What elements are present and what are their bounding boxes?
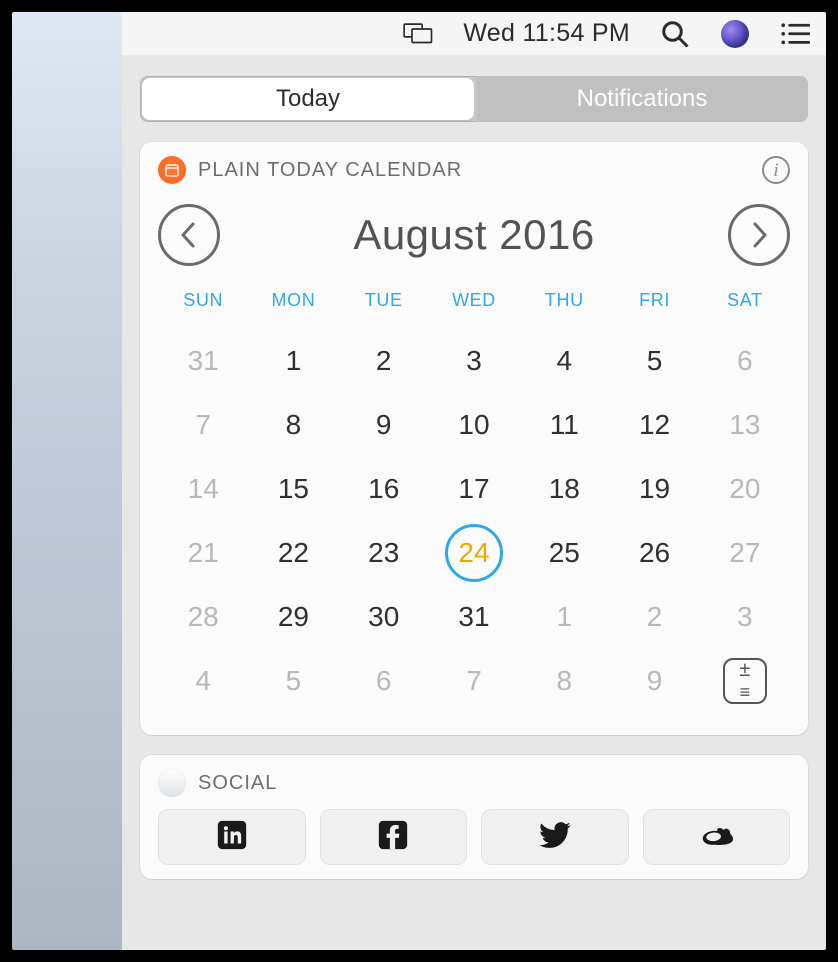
calendar-day[interactable]: 21 [158,521,248,585]
calendar-day[interactable]: 17 [429,457,519,521]
calendar-day[interactable]: 6 [339,649,429,713]
siri-icon[interactable] [720,20,750,48]
weekday-header: SUN [158,290,248,329]
weibo-icon [699,818,733,857]
calendar-day[interactable]: 4 [519,329,609,393]
linkedin-button[interactable] [158,809,306,865]
facebook-icon [376,818,410,857]
calendar-day[interactable]: 22 [248,521,338,585]
calendar-day[interactable]: 31 [158,329,248,393]
expand-collapse-button[interactable] [700,649,790,713]
calendar-day[interactable]: 7 [158,393,248,457]
calendar-day[interactable]: 3 [700,585,790,649]
previous-month-button[interactable] [158,204,220,266]
calendar-day[interactable]: 6 [700,329,790,393]
weekday-header: THU [519,290,609,329]
weekday-header: SAT [700,290,790,329]
spotlight-search-icon[interactable] [660,19,690,49]
calendar-day[interactable]: 27 [700,521,790,585]
social-row [140,809,808,875]
screen-mirroring-icon[interactable] [403,23,433,44]
calendar-day[interactable]: 2 [339,329,429,393]
calendar-day[interactable]: 23 [339,521,429,585]
calendar-day[interactable]: 29 [248,585,338,649]
calendar-day[interactable]: 13 [700,393,790,457]
calendar-day[interactable]: 2 [609,585,699,649]
notifications-tab[interactable]: Notifications [476,76,808,122]
desktop-wallpaper-strip [12,12,122,950]
calendar-day-today[interactable]: 24 [429,521,519,585]
menubar: Wed 11:54 PM [122,12,826,56]
calendar-grid: SUNMONTUEWEDTHUFRISAT3112345678910111213… [158,290,790,713]
calendar-day[interactable]: 12 [609,393,699,457]
month-navigation: August 2016 [158,204,790,266]
calendar-day[interactable]: 18 [519,457,609,521]
weekday-header: WED [429,290,519,329]
calendar-day[interactable]: 8 [248,393,338,457]
today-notifications-segmented-control: Today Notifications [140,76,808,122]
calendar-day[interactable]: 7 [429,649,519,713]
calendar-day[interactable]: 15 [248,457,338,521]
notification-center-menu-icon[interactable] [780,22,810,46]
plain-today-calendar-widget: PLAIN TODAY CALENDAR i August 2016 SUNMO… [140,142,808,735]
calendar-day[interactable]: 5 [248,649,338,713]
widget-info-button[interactable]: i [762,156,790,184]
weekday-header: FRI [609,290,699,329]
next-month-button[interactable] [728,204,790,266]
calendar-day[interactable]: 9 [609,649,699,713]
calendar-day[interactable]: 19 [609,457,699,521]
calendar-day[interactable]: 25 [519,521,609,585]
calendar-day[interactable]: 11 [519,393,609,457]
widget-title: PLAIN TODAY CALENDAR [198,159,762,182]
twitter-button[interactable] [481,809,629,865]
social-widget: SOCIAL [140,755,808,879]
widget-title: SOCIAL [198,772,790,795]
weekday-header: MON [248,290,338,329]
menubar-clock[interactable]: Wed 11:54 PM [463,19,630,48]
calendar-day[interactable]: 4 [158,649,248,713]
month-year-label: August 2016 [353,211,594,259]
linkedin-icon [215,818,249,857]
calendar-day[interactable]: 30 [339,585,429,649]
calendar-day[interactable]: 28 [158,585,248,649]
notification-center-panel: Wed 11:54 PM Today Notifications [122,12,826,950]
twitter-icon [538,818,572,857]
calendar-day[interactable]: 9 [339,393,429,457]
calendar-day[interactable]: 10 [429,393,519,457]
widget-header: SOCIAL [140,755,808,809]
calendar-day[interactable]: 1 [248,329,338,393]
calendar-day[interactable]: 20 [700,457,790,521]
plain-today-calendar-icon [158,156,186,184]
calendar-day[interactable]: 3 [429,329,519,393]
weekday-header: TUE [339,290,429,329]
today-tab[interactable]: Today [142,78,474,120]
social-widget-icon [158,769,186,797]
weibo-button[interactable] [643,809,791,865]
calendar-day[interactable]: 8 [519,649,609,713]
calendar-day[interactable]: 16 [339,457,429,521]
widget-header: PLAIN TODAY CALENDAR i [140,142,808,196]
calendar-day[interactable]: 14 [158,457,248,521]
calendar-day[interactable]: 31 [429,585,519,649]
calendar-day[interactable]: 1 [519,585,609,649]
calendar-day[interactable]: 5 [609,329,699,393]
facebook-button[interactable] [320,809,468,865]
calendar-day[interactable]: 26 [609,521,699,585]
